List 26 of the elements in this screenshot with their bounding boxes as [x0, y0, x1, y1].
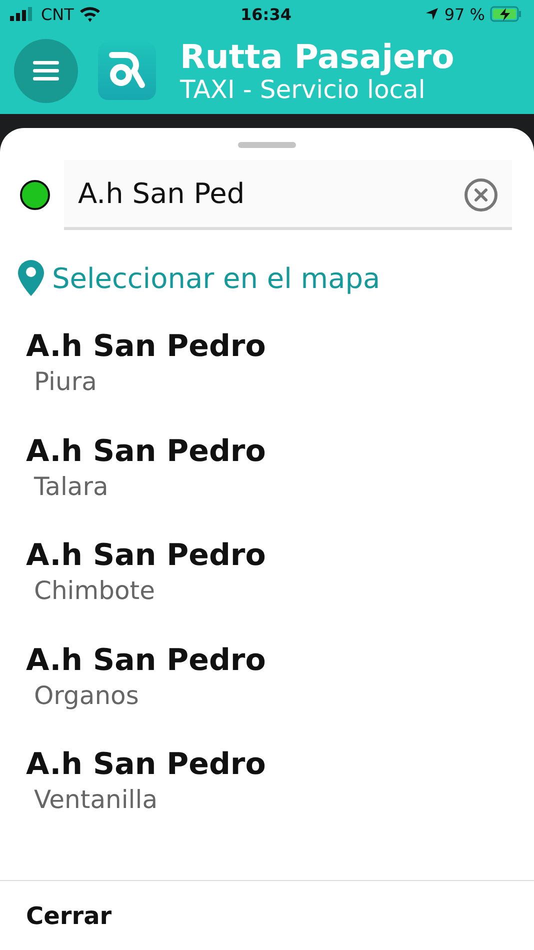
app-title: Rutta Pasajero	[180, 38, 454, 76]
place-name[interactable]: A.h San Pedro	[26, 642, 508, 680]
battery-charging-icon	[490, 6, 522, 22]
place-city: Piura	[34, 366, 98, 398]
place-name[interactable]: A.h San Pedro	[26, 328, 508, 366]
close-button[interactable]: Cerrar	[26, 898, 112, 934]
place-city: Organos	[34, 680, 140, 712]
clock-time: 16:34	[240, 4, 292, 24]
place-city: Talara	[34, 470, 110, 502]
menu-icon	[33, 61, 59, 81]
place-name[interactable]: A.h San Pedro	[26, 432, 508, 470]
carrier-name: CNT	[41, 4, 74, 24]
place-city: Chimbote	[34, 575, 156, 607]
location-arrow-icon	[425, 7, 440, 21]
app-subtitle: TAXI - Servicio local	[180, 76, 426, 104]
place-name[interactable]: A.h San Pedro	[26, 746, 508, 784]
place-name[interactable]: A.h San Pedro	[26, 537, 508, 575]
logo-mark-icon	[108, 51, 146, 91]
search-field[interactable]: A.h San Ped	[64, 160, 512, 230]
battery-percent: 97 %	[444, 4, 486, 24]
clear-icon[interactable]	[464, 178, 498, 212]
drag-handle[interactable]	[238, 142, 296, 148]
origin-dot	[20, 180, 50, 210]
map-pin-icon	[18, 260, 44, 296]
wifi-icon	[78, 6, 101, 22]
place-city: Ventanilla	[34, 784, 159, 816]
